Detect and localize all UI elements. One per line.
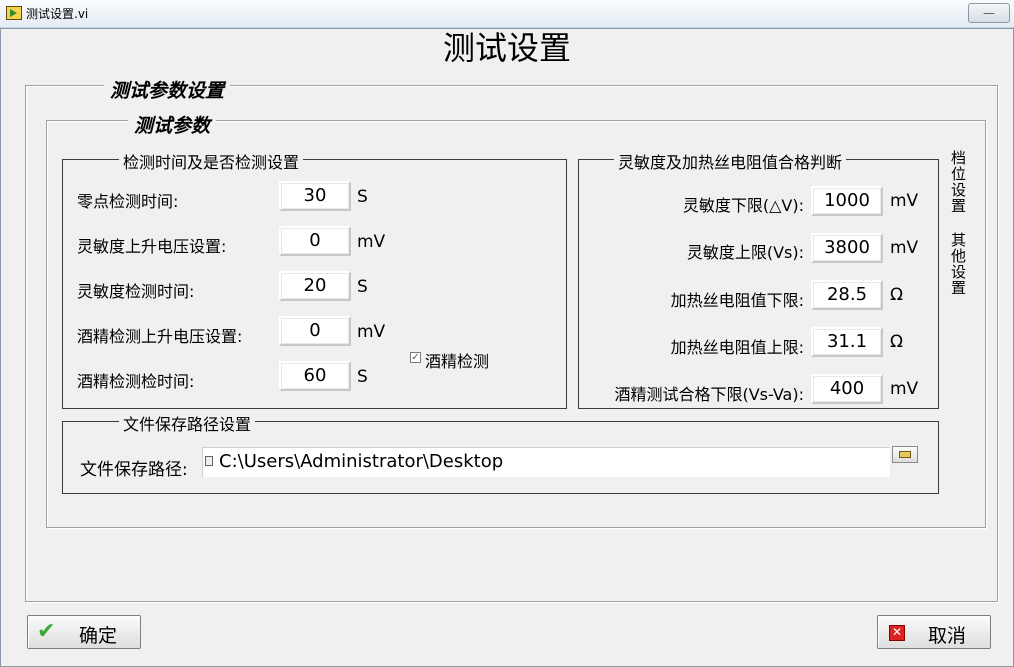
heater-resistance-upper-input[interactable]: 31.1 [811, 327, 883, 357]
detect-settings-legend: 检测时间及是否检测设置 [119, 149, 304, 173]
outer-group-legend: 测试参数设置 [104, 76, 231, 103]
alcohol-detect-time-label: 酒精检测检时间: [77, 372, 195, 391]
title-bar [0, 0, 1014, 28]
alcohol-rise-voltage-input[interactable]: 0 [279, 316, 351, 346]
sensitivity-lower-limit-input[interactable]: 1000 [811, 186, 883, 216]
sensitivity-lower-limit-unit: mV [890, 191, 919, 211]
sensitivity-upper-limit-label: 灵敏度上限(Vs): [686, 243, 804, 262]
sensitivity-rise-voltage-unit: mV [357, 232, 386, 252]
alcohol-detect-checkbox[interactable]: ✓ [410, 352, 421, 363]
alcohol-detect-checkbox-label: 酒精检测 [425, 352, 490, 371]
browse-folder-button[interactable] [892, 446, 918, 463]
sensitivity-rise-voltage-input[interactable]: 0 [279, 226, 351, 256]
alcohol-detect-time-unit: S [357, 367, 368, 387]
heater-resistance-lower-label: 加热丝电阻值下限: [670, 291, 804, 310]
minimize-button[interactable]: — [968, 3, 1010, 23]
alcohol-pass-lower-limit-label: 酒精测试合格下限(Vs-Va): [614, 385, 804, 404]
alcohol-pass-lower-limit-input[interactable]: 400 [811, 374, 883, 404]
sensitivity-detect-time-label: 灵敏度检测时间: [77, 282, 195, 301]
zero-detect-time-unit: S [357, 187, 368, 207]
labview-vi-icon [6, 6, 22, 20]
ok-button[interactable]: ✔ 确定 [27, 615, 141, 649]
sensitivity-rise-voltage-label: 灵敏度上升电压设置: [77, 237, 227, 256]
zero-detect-time-input[interactable]: 30 [279, 181, 351, 211]
sensitivity-detect-time-input[interactable]: 20 [279, 271, 351, 301]
heater-resistance-upper-unit: Ω [890, 332, 903, 352]
alcohol-rise-voltage-unit: mV [357, 322, 386, 342]
checkmark-icon: ✔ [37, 619, 56, 644]
path-type-icon [205, 456, 213, 466]
heater-resistance-lower-input[interactable]: 28.5 [811, 280, 883, 310]
alcohol-detect-time-input[interactable]: 60 [279, 361, 351, 391]
file-path-label: 文件保存路径: [80, 460, 188, 480]
file-path-legend: 文件保存路径设置 [119, 411, 256, 435]
cancel-button[interactable]: ✕ 取消 [877, 615, 991, 649]
ok-button-label: 确定 [79, 625, 118, 647]
alcohol-rise-voltage-label: 酒精检测上升电压设置: [77, 327, 243, 346]
alcohol-pass-lower-limit-unit: mV [890, 379, 919, 399]
tab-gear-settings[interactable]: 档位设置 [948, 150, 969, 214]
sensitivity-upper-limit-unit: mV [890, 238, 919, 258]
file-path-input[interactable]: C:\Users\Administrator\Desktop [202, 447, 890, 477]
window-title: 测试设置.vi [26, 7, 89, 21]
zero-detect-time-label: 零点检测时间: [77, 192, 179, 211]
page-title: 测试设置 [442, 29, 571, 67]
sensitivity-detect-time-unit: S [357, 277, 368, 297]
inner-group-legend: 测试参数 [128, 111, 217, 138]
cancel-x-icon: ✕ [889, 625, 905, 641]
judge-settings-legend: 灵敏度及加热丝电阻值合格判断 [614, 149, 847, 173]
sensitivity-lower-limit-label: 灵敏度下限(△V): [682, 196, 804, 215]
heater-resistance-lower-unit: Ω [890, 285, 903, 305]
heater-resistance-upper-label: 加热丝电阻值上限: [670, 338, 804, 357]
tab-other-settings[interactable]: 其他设置 [948, 232, 969, 296]
cancel-button-label: 取消 [928, 625, 967, 647]
sensitivity-upper-limit-input[interactable]: 3800 [811, 233, 883, 263]
